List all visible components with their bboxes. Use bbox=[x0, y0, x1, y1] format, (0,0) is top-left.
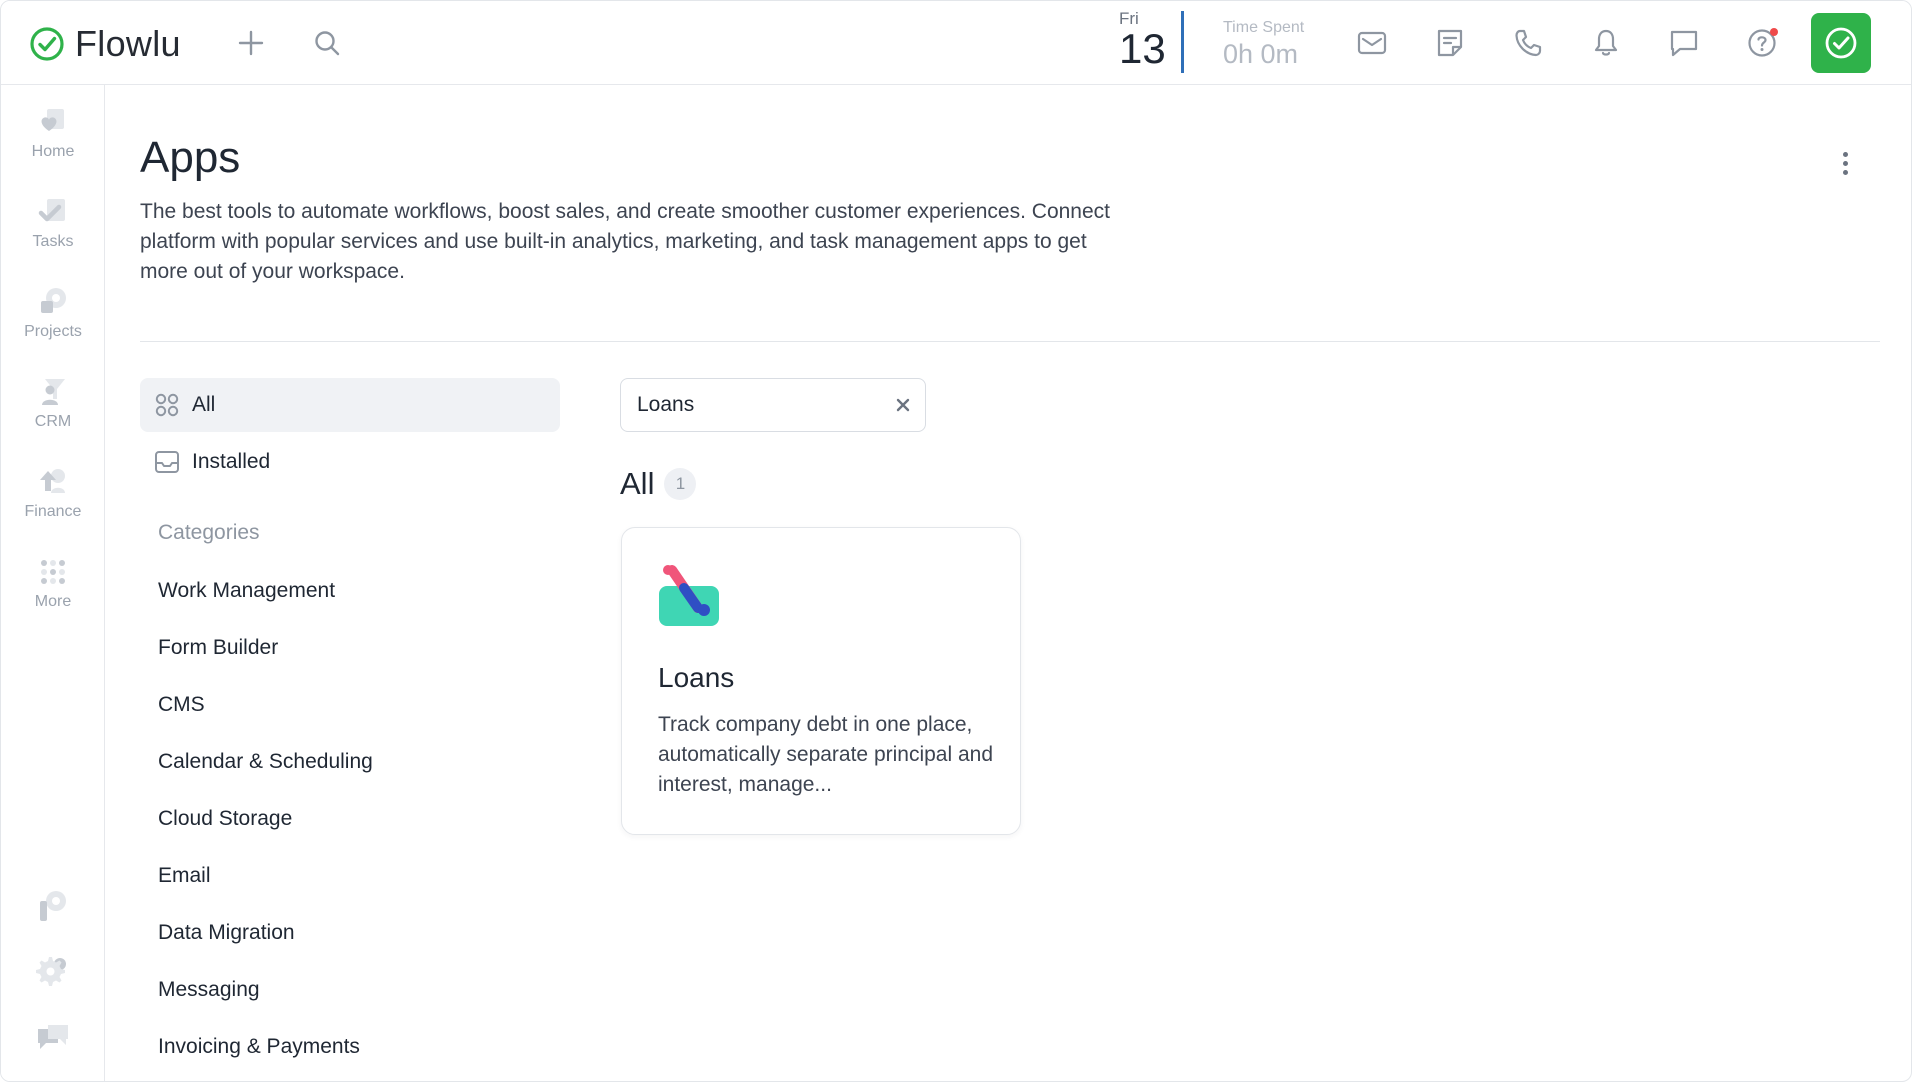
sidebar-item-label: Projects bbox=[24, 323, 82, 340]
chat-icon bbox=[1670, 30, 1698, 57]
sidebar-item-label: CRM bbox=[34, 413, 72, 430]
mail-icon bbox=[1357, 31, 1387, 55]
notes-icon bbox=[1437, 29, 1463, 57]
category-item[interactable]: Cloud Storage bbox=[158, 807, 292, 831]
category-item[interactable]: Invoicing & Payments bbox=[158, 1035, 360, 1059]
logo-check-icon bbox=[30, 27, 64, 61]
results-heading: All 1 bbox=[620, 466, 697, 502]
sidebar-item-label: Tasks bbox=[32, 233, 74, 250]
sidebar-item-label: Home bbox=[31, 143, 75, 160]
top-bar: Flowlu Fri 13 Time Spent 0h 0m bbox=[1, 1, 1911, 85]
results-title: All bbox=[620, 466, 655, 501]
category-item[interactable]: Form Builder bbox=[158, 636, 278, 660]
help-notification-dot bbox=[1770, 28, 1778, 36]
more-grid-icon bbox=[41, 560, 65, 584]
help-button[interactable] bbox=[1742, 23, 1782, 63]
mail-button[interactable] bbox=[1352, 23, 1392, 63]
notifications-button[interactable] bbox=[1586, 23, 1626, 63]
add-button[interactable] bbox=[231, 23, 271, 63]
logo[interactable]: Flowlu bbox=[29, 23, 181, 65]
app-name: Loans bbox=[658, 662, 735, 693]
check-icon bbox=[1825, 27, 1857, 59]
time-tracker[interactable]: Time Spent 0h 0m bbox=[1223, 19, 1304, 70]
task-check-button[interactable] bbox=[1811, 13, 1871, 73]
category-item[interactable]: Data Migration bbox=[158, 921, 295, 945]
main-content: Apps The best tools to automate workflow… bbox=[105, 85, 1911, 1081]
home-icon bbox=[41, 109, 64, 131]
app-card-loans[interactable]: Loans Track company debt in one place, a… bbox=[621, 527, 1021, 835]
settings-icon bbox=[36, 957, 66, 986]
support-icon bbox=[38, 1025, 68, 1049]
category-item[interactable]: Work Management bbox=[158, 579, 335, 603]
apps-icon bbox=[40, 891, 66, 921]
category-item[interactable]: Email bbox=[158, 864, 211, 888]
close-icon bbox=[896, 398, 910, 412]
date-number: 13 bbox=[1119, 25, 1166, 72]
sidebar-item-label: Finance bbox=[24, 503, 82, 520]
sidebar-item-tasks[interactable]: Tasks bbox=[1, 195, 105, 271]
plus-icon bbox=[238, 30, 264, 56]
sidebar-settings-button[interactable] bbox=[34, 953, 72, 991]
sidebar-item-more[interactable]: More bbox=[1, 555, 105, 631]
filter-all-label: All bbox=[192, 393, 216, 416]
sidebar-item-finance[interactable]: Finance bbox=[1, 465, 105, 541]
sidebar-item-label: More bbox=[34, 593, 72, 610]
time-spent-label: Time Spent bbox=[1223, 19, 1305, 36]
sidebar-item-projects[interactable]: Projects bbox=[1, 285, 105, 361]
page-menu-button[interactable] bbox=[1833, 145, 1857, 181]
finance-icon bbox=[40, 469, 65, 493]
app-search-input[interactable] bbox=[637, 393, 867, 417]
bell-icon bbox=[1594, 29, 1618, 56]
grid-icon bbox=[155, 393, 179, 417]
sidebar: Home Tasks Projects CRM Finance More bbox=[1, 85, 105, 1081]
filter-all[interactable]: All bbox=[140, 378, 560, 432]
app-window: Flowlu Fri 13 Time Spent 0h 0m Home Task… bbox=[0, 0, 1912, 1082]
clear-search-button[interactable] bbox=[893, 395, 913, 415]
category-item[interactable]: Calendar & Scheduling bbox=[158, 750, 373, 774]
categories-heading: Categories bbox=[158, 521, 260, 544]
filter-installed[interactable]: Installed bbox=[140, 435, 560, 489]
filter-installed-label: Installed bbox=[192, 450, 271, 473]
search-icon bbox=[315, 31, 340, 56]
page-title: Apps bbox=[140, 133, 241, 182]
inbox-icon bbox=[155, 451, 179, 473]
date-divider bbox=[1181, 11, 1184, 73]
notes-button[interactable] bbox=[1430, 23, 1470, 63]
category-item[interactable]: Messaging bbox=[158, 978, 260, 1002]
app-description: Track company debt in one place, automat… bbox=[658, 713, 994, 796]
tasks-icon bbox=[38, 199, 65, 222]
sidebar-item-home[interactable]: Home bbox=[1, 105, 105, 181]
page-description: The best tools to automate workflows, bo… bbox=[140, 200, 1110, 283]
results-count-badge: 1 bbox=[664, 468, 697, 500]
chat-button[interactable] bbox=[1664, 23, 1704, 63]
phone-button[interactable] bbox=[1508, 23, 1548, 63]
search-button[interactable] bbox=[307, 23, 347, 63]
projects-icon bbox=[41, 288, 66, 313]
app-search-field[interactable] bbox=[620, 378, 926, 432]
crm-icon bbox=[42, 379, 65, 405]
category-item[interactable]: CMS bbox=[158, 693, 205, 717]
logo-text: Flowlu bbox=[75, 23, 181, 64]
phone-icon bbox=[1515, 29, 1542, 57]
loans-app-icon bbox=[659, 565, 719, 626]
kebab-dot bbox=[1842, 151, 1848, 157]
kebab-dot bbox=[1842, 160, 1848, 166]
sidebar-apps-button[interactable] bbox=[34, 887, 72, 925]
date-display[interactable]: Fri 13 bbox=[1119, 9, 1181, 73]
time-spent-value: 0h 0m bbox=[1223, 39, 1299, 69]
sidebar-support-button[interactable] bbox=[34, 1019, 72, 1057]
header-divider bbox=[140, 341, 1880, 342]
kebab-dot bbox=[1842, 169, 1848, 175]
sidebar-item-crm[interactable]: CRM bbox=[1, 375, 105, 451]
